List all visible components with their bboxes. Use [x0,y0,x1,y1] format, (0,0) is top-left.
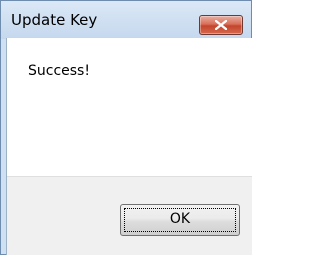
window-title: Update Key [11,11,98,29]
ok-button[interactable]: OK [120,204,240,236]
message-text: Success! [28,63,90,79]
close-button[interactable] [199,15,243,35]
ok-button-label: OK [169,211,191,227]
close-icon [215,20,227,30]
title-bar[interactable]: Update Key [1,1,251,39]
